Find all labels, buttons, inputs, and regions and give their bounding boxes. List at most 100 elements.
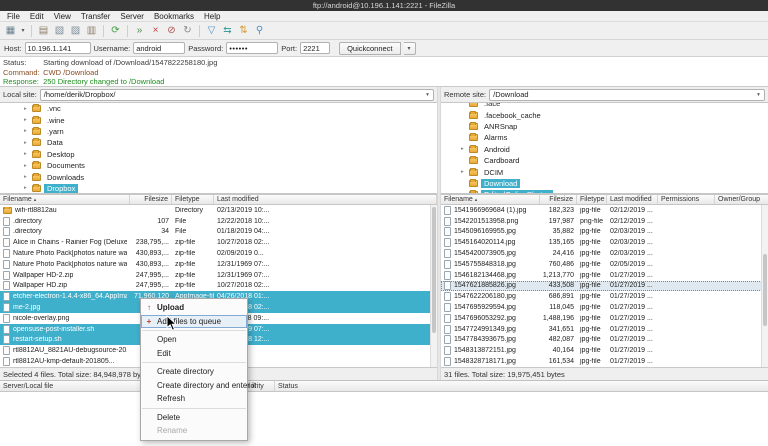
tree-item[interactable]: Cardboard bbox=[441, 155, 768, 166]
toggle-log-icon[interactable]: ▤ bbox=[36, 24, 51, 38]
tree-item[interactable]: EditedOnlinePhotos bbox=[441, 189, 768, 194]
expander-icon[interactable]: ▸ bbox=[24, 117, 32, 123]
site-manager-icon[interactable]: ▦ bbox=[3, 24, 18, 38]
local-site-combo[interactable]: /home/derik/Dropbox/ ▾ bbox=[40, 89, 434, 101]
tree-item[interactable]: ▸ .vnc bbox=[0, 103, 437, 114]
context-menu-item[interactable]: Create directory and enter it bbox=[141, 379, 247, 393]
context-menu-item[interactable]: Create directory bbox=[141, 365, 247, 379]
context-menu-item[interactable]: ↑ Upload bbox=[141, 301, 247, 315]
expander-icon[interactable]: ▸ bbox=[461, 169, 469, 175]
sync-browsing-icon[interactable]: ⇅ bbox=[236, 24, 251, 38]
file-row[interactable]: 1545755848318.jpg 760,486 jpg-file 02/05… bbox=[441, 259, 768, 270]
find-icon[interactable]: ⚲ bbox=[252, 24, 267, 38]
context-menu-item[interactable]: Delete bbox=[141, 411, 247, 425]
file-row[interactable]: 1548328718171.jpg 161,534 jpg-file 01/27… bbox=[441, 356, 768, 367]
toggle-local-tree-icon[interactable]: ▧ bbox=[52, 24, 67, 38]
expander-icon[interactable]: ▸ bbox=[24, 163, 32, 169]
file-row[interactable]: 1547696053292.jpg 1,488,196 jpg-file 01/… bbox=[441, 313, 768, 324]
port-input[interactable] bbox=[300, 42, 330, 54]
tree-item[interactable]: Alarms bbox=[441, 132, 768, 143]
file-row[interactable]: Alice in Chains - Rainier Fog (Deluxe 2C… bbox=[0, 237, 437, 248]
column-permissions[interactable]: Permissions bbox=[658, 195, 715, 204]
menu-item[interactable]: Server bbox=[115, 12, 149, 21]
filter-icon[interactable]: ▽ bbox=[204, 24, 219, 38]
username-input[interactable] bbox=[133, 42, 185, 54]
file-row[interactable]: 1547724991349.jpg 341,651 jpg-file 01/27… bbox=[441, 324, 768, 335]
menu-item[interactable]: Transfer bbox=[76, 12, 116, 21]
tree-item[interactable]: ▸ .yarn bbox=[0, 126, 437, 137]
expander-icon[interactable]: ▸ bbox=[24, 106, 32, 112]
quickconnect-dropdown-icon[interactable]: ▾ bbox=[404, 42, 416, 55]
column-last-modified[interactable]: Last modified bbox=[214, 195, 437, 204]
file-row[interactable]: 1547784393675.jpg 482,087 jpg-file 01/27… bbox=[441, 335, 768, 346]
file-row[interactable]: 1547695929594.jpg 118,045 jpg-file 01/27… bbox=[441, 302, 768, 313]
password-input[interactable] bbox=[226, 42, 278, 54]
tree-item[interactable]: ▸ .wine bbox=[0, 114, 437, 125]
tree-item[interactable]: Download bbox=[441, 178, 768, 189]
site-manager-dropdown-icon[interactable]: ▾ bbox=[19, 24, 27, 38]
file-row[interactable]: Nature Photo Pack[photos nature wallpape… bbox=[0, 248, 437, 259]
quickconnect-button[interactable]: Quickconnect bbox=[339, 42, 400, 55]
column-filetype[interactable]: Filetype bbox=[172, 195, 214, 204]
context-menu-item[interactable]: Rename bbox=[141, 424, 247, 438]
cancel-icon[interactable]: × bbox=[148, 24, 163, 38]
expander-icon[interactable]: ▸ bbox=[24, 174, 32, 180]
local-list-scrollbar[interactable] bbox=[430, 205, 437, 367]
column-filesize[interactable]: Filesize bbox=[130, 195, 172, 204]
file-row[interactable]: Nature Photo Pack[photos nature wallpape… bbox=[0, 259, 437, 270]
remote-site-combo[interactable]: /Download ▾ bbox=[489, 89, 765, 101]
expander-icon[interactable]: ▸ bbox=[24, 151, 32, 157]
menu-item[interactable]: Bookmarks bbox=[149, 12, 199, 21]
context-menu-item[interactable]: Refresh bbox=[141, 392, 247, 406]
column-filetype[interactable]: Filetype bbox=[577, 195, 607, 204]
file-row[interactable]: Wallpaper HD.zip 247,995,... zip-file 10… bbox=[0, 281, 437, 292]
column-filename[interactable]: Filename ▴ bbox=[0, 195, 130, 204]
file-row[interactable]: 1541966969684 (1).jpg 182,323 jpg-file 0… bbox=[441, 205, 768, 216]
column-filesize[interactable]: Filesize bbox=[540, 195, 577, 204]
tree-item[interactable]: ▸ Dropbox bbox=[0, 183, 437, 194]
tree-item[interactable]: ▸ Android bbox=[441, 144, 768, 155]
tree-item[interactable]: ▸ Data bbox=[0, 137, 437, 148]
expander-icon[interactable]: ▸ bbox=[24, 140, 32, 146]
disconnect-icon[interactable]: ⊘ bbox=[164, 24, 179, 38]
titlebar[interactable]: ftp://android@10.196.1.141:2221 - FileZi… bbox=[0, 0, 768, 11]
menu-item[interactable]: Edit bbox=[25, 12, 49, 21]
file-row[interactable]: 1542201513958.png 197,987 png-file 02/12… bbox=[441, 216, 768, 227]
file-row[interactable]: 1545164020114.jpg 135,165 jpg-file 02/03… bbox=[441, 237, 768, 248]
process-queue-icon[interactable]: » bbox=[132, 24, 147, 38]
file-row[interactable]: 1545096169955.jpg 35,882 jpg-file 02/03/… bbox=[441, 227, 768, 238]
file-row[interactable]: wifi-rtl8812au Directory 02/13/2019 10:.… bbox=[0, 205, 437, 216]
tree-item[interactable]: ▸ DCIM bbox=[441, 166, 768, 177]
file-row[interactable]: Wallpaper HD-2.zip 247,995,... zip-file … bbox=[0, 270, 437, 281]
chevron-down-icon[interactable]: ▾ bbox=[422, 92, 433, 98]
compare-icon[interactable]: ⇆ bbox=[220, 24, 235, 38]
file-row[interactable]: 1547622206180.jpg 686,891 jpg-file 01/27… bbox=[441, 291, 768, 302]
file-row[interactable]: 1548313872151.jpg 40,164 jpg-file 01/27/… bbox=[441, 345, 768, 356]
refresh-icon[interactable]: ⟳ bbox=[108, 24, 123, 38]
tree-item[interactable]: ANRSnap bbox=[441, 121, 768, 132]
toggle-remote-tree-icon[interactable]: ▨ bbox=[68, 24, 83, 38]
reconnect-icon[interactable]: ↻ bbox=[180, 24, 195, 38]
file-row[interactable]: 1545420073905.jpg 24,416 jpg-file 02/03/… bbox=[441, 248, 768, 259]
tree-item[interactable]: ▸ Desktop bbox=[0, 149, 437, 160]
menu-item[interactable]: File bbox=[2, 12, 25, 21]
tree-item[interactable]: .facebook_cache bbox=[441, 109, 768, 120]
expander-icon[interactable]: ▸ bbox=[24, 128, 32, 134]
context-menu-item[interactable]: Edit bbox=[141, 347, 247, 361]
queue-column[interactable]: Status bbox=[275, 381, 768, 391]
column-filename[interactable]: Filename ▴ bbox=[441, 195, 540, 204]
column-last-modified[interactable]: Last modified bbox=[607, 195, 658, 204]
file-row[interactable]: .directory 34 File 01/18/2019 04:... bbox=[0, 227, 437, 238]
expander-icon[interactable]: ▸ bbox=[461, 146, 469, 152]
column-owner-group[interactable]: Owner/Group bbox=[715, 195, 768, 204]
menu-item[interactable]: View bbox=[49, 12, 76, 21]
tree-item[interactable]: ▸ Documents bbox=[0, 160, 437, 171]
queue-column[interactable]: Server/Local file bbox=[0, 381, 148, 391]
toggle-queue-icon[interactable]: ▥ bbox=[84, 24, 99, 38]
file-row[interactable]: 1546182134468.jpg 1,213,770 jpg-file 01/… bbox=[441, 270, 768, 281]
file-row[interactable]: .directory 107 File 12/22/2018 10:... bbox=[0, 216, 437, 227]
expander-icon[interactable]: ▸ bbox=[24, 185, 32, 191]
tree-item[interactable]: .face bbox=[441, 102, 768, 109]
menu-item[interactable]: Help bbox=[199, 12, 225, 21]
host-input[interactable] bbox=[25, 42, 91, 54]
